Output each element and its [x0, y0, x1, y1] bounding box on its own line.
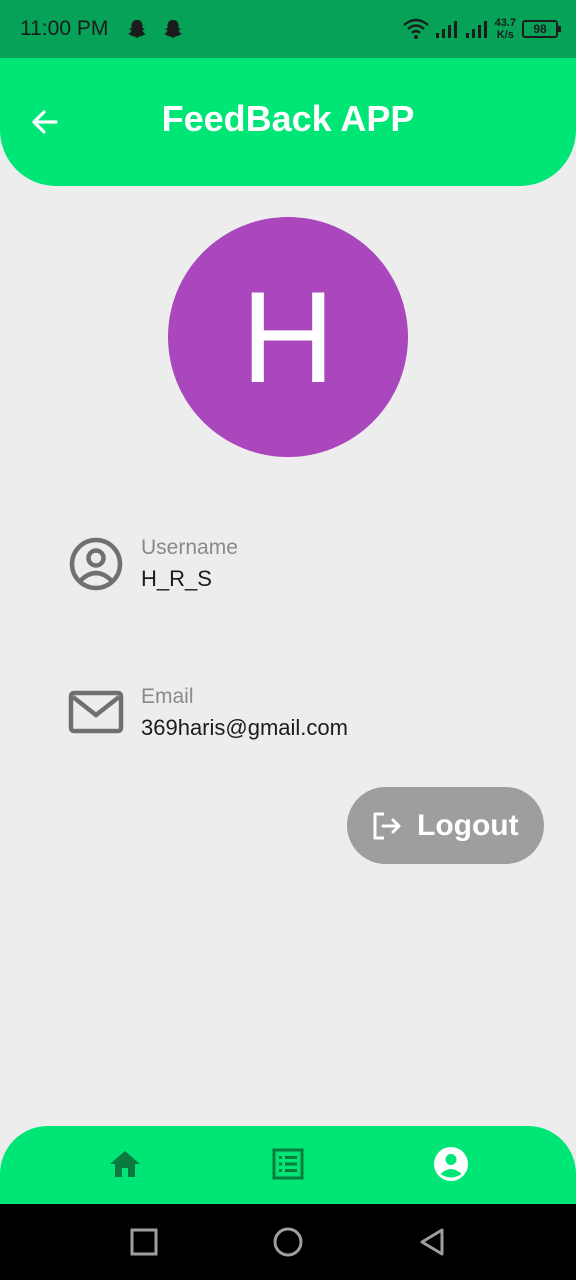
app-bar: FeedBack APP	[0, 58, 576, 186]
logout-label: Logout	[417, 808, 519, 842]
username-label: Username	[141, 536, 238, 559]
home-circle-icon[interactable]	[270, 1224, 306, 1260]
app-title: FeedBack APP	[161, 98, 415, 139]
mail-icon	[68, 690, 124, 734]
account-circle-icon	[69, 537, 123, 591]
network-speed-value: 43.7	[494, 17, 516, 29]
status-icons: 43.7 K/s 98	[402, 14, 561, 44]
battery-indicator: 98	[522, 20, 561, 38]
email-label: Email	[141, 685, 194, 708]
email-row: Email 369haris@gmail.com	[68, 685, 528, 755]
wifi-icon	[402, 18, 429, 39]
network-speed-unit: K/s	[496, 29, 514, 41]
logout-icon	[373, 812, 401, 839]
username-value: H_R_S	[141, 566, 212, 591]
logout-button[interactable]: Logout	[347, 787, 544, 864]
username-row: Username H_R_S	[68, 536, 528, 606]
account-circle-icon	[434, 1147, 468, 1181]
email-value: 369haris@gmail.com	[141, 715, 348, 740]
nav-item-profile[interactable]	[431, 1144, 471, 1184]
signal-icon	[465, 21, 487, 38]
snapchat-notification-icon	[164, 19, 182, 38]
status-bar: 11:00 PM 43.7 K/s 98	[0, 0, 576, 58]
system-navigation-bar	[0, 1204, 576, 1280]
nav-item-home[interactable]	[105, 1144, 145, 1184]
snapchat-notification-icon	[128, 19, 146, 38]
back-triangle-icon[interactable]	[414, 1224, 450, 1260]
avatar-initial: H	[241, 264, 335, 410]
bottom-navigation	[0, 1126, 576, 1204]
status-time: 11:00 PM	[20, 17, 109, 40]
list-icon	[272, 1148, 304, 1180]
home-icon	[110, 1151, 140, 1177]
nav-item-list[interactable]	[268, 1144, 308, 1184]
recents-icon[interactable]	[126, 1224, 162, 1260]
signal-icon	[435, 21, 457, 38]
network-speed: 43.7 K/s	[495, 17, 516, 41]
profile-avatar: H	[168, 217, 408, 457]
